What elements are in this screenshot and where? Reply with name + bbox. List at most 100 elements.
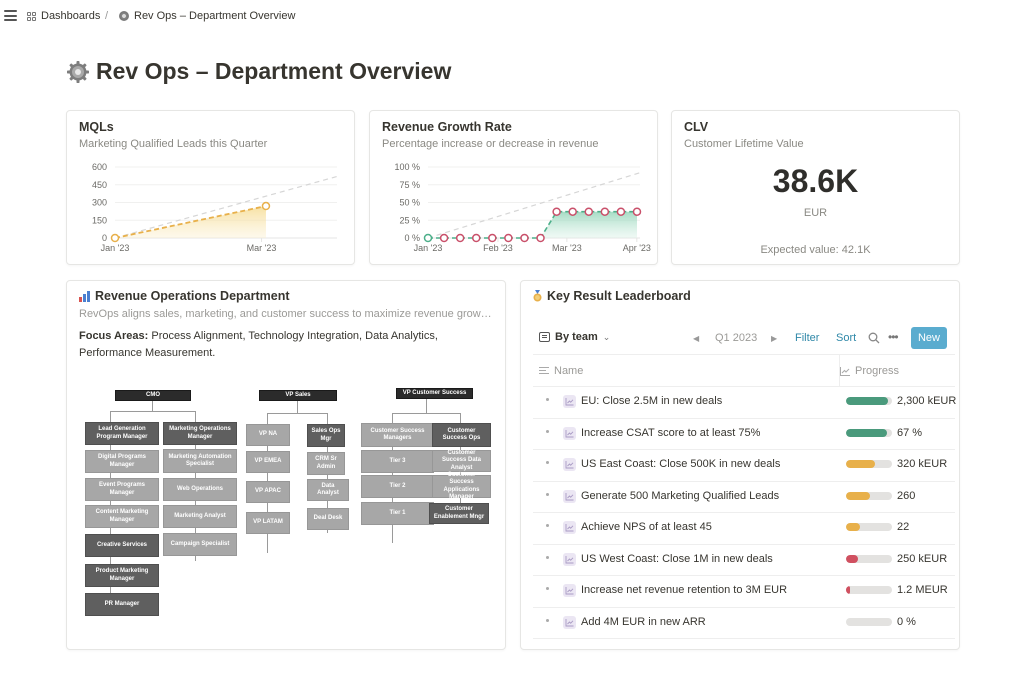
sort-button[interactable]: Sort <box>836 332 856 344</box>
line-chart-icon <box>840 366 850 376</box>
org-box-cmo: CMO <box>115 390 191 401</box>
key-results-table: Name Progress EU: Close 2.5M in new deal… <box>533 354 956 639</box>
x-tick-label: Mar '23 <box>552 243 582 253</box>
page-title: Rev Ops – Department Overview <box>66 58 451 85</box>
org-box: VP APAC <box>246 481 290 503</box>
data-point <box>584 207 594 216</box>
progress-bar <box>846 428 892 437</box>
data-point <box>110 233 120 243</box>
org-box: Deal Desk <box>307 508 349 530</box>
card-title: CLV <box>684 120 709 134</box>
org-box-vp-sales: VP Sales <box>259 390 337 401</box>
y-tick-label: 600 <box>92 162 107 172</box>
table-row[interactable]: EU: Close 2.5M in new deals 2,300 kEUR <box>533 387 956 419</box>
x-tick-label: Jan '23 <box>101 243 130 253</box>
y-tick-label: 75 % <box>399 180 420 190</box>
mqls-chart: 0 150 300 450 600 Jan '23 Mar '23 <box>92 162 338 253</box>
y-tick-label: 0 % <box>404 233 420 243</box>
progress-bar-fill <box>846 554 858 563</box>
progress-bar <box>846 586 892 594</box>
progress-value: 260 <box>897 489 916 502</box>
progress-bar <box>846 460 892 468</box>
revenue-growth-card[interactable]: Revenue Growth Rate Percentage increase … <box>369 110 658 265</box>
bullet-icon <box>546 618 549 622</box>
column-header-name[interactable]: Name <box>539 365 583 377</box>
breadcrumb-label: Rev Ops – Department Overview <box>134 10 296 22</box>
clv-card[interactable]: CLV Customer Lifetime Value 38.6K EUR Ex… <box>671 110 960 265</box>
breadcrumb-current-page[interactable]: Rev Ops – Department Overview <box>119 10 295 22</box>
x-tick-label: Apr '23 <box>623 243 651 253</box>
leaderboard-title-text: Key Result Leaderboard <box>547 289 691 303</box>
progress-value: 0 % <box>897 615 916 628</box>
key-result-icon <box>563 489 576 503</box>
table-row[interactable]: Generate 500 Marketing Qualified Leads 26… <box>533 482 955 513</box>
table-row[interactable]: Add 4M EUR in new ARR 0 % <box>533 608 955 639</box>
medal-icon <box>533 290 542 302</box>
table-row[interactable]: Increase net revenue retention to 3M EUR… <box>533 576 955 608</box>
org-box: VP EMEA <box>246 451 290 473</box>
org-box: Tier 3 <box>361 450 434 473</box>
org-box: Web Operations <box>163 478 237 501</box>
menu-icon[interactable] <box>4 10 17 21</box>
org-box: CRM Sr Admin <box>307 452 345 475</box>
table-row[interactable]: US West Coast: Close 1M in new deals 250 … <box>533 545 955 576</box>
breadcrumb-dashboards[interactable]: Dashboards <box>27 10 100 22</box>
org-box: Customer Success Ops <box>432 423 491 447</box>
table-row[interactable]: Increase CSAT score to at least 75% 67 % <box>533 419 955 450</box>
clv-expected-value: Expected value: 42.1K <box>760 244 871 256</box>
x-tick-label: Feb '23 <box>483 243 513 253</box>
revenue-growth-chart: 0 % 25 % 50 % 75 % 100 % Jan '23 Feb '23 Mar '2… <box>394 162 651 253</box>
table-row[interactable]: US East Coast: Close 500K in new deals 32… <box>533 450 955 482</box>
progress-value: 1.2 MEUR <box>897 584 948 596</box>
data-point <box>568 207 577 216</box>
search-icon[interactable] <box>868 332 880 344</box>
org-box: Campaign Specialist <box>163 533 237 556</box>
new-button[interactable]: New <box>911 327 947 349</box>
org-box: Marketing Automation Specialist <box>163 449 237 473</box>
key-result-icon <box>563 615 576 629</box>
org-box: Customer Enablement Mngr <box>429 503 489 524</box>
y-tick-label: 50 % <box>399 198 420 208</box>
key-result-icon <box>563 552 576 566</box>
previous-period-button[interactable]: ◀ <box>693 334 699 343</box>
data-point <box>600 207 610 216</box>
table-view-icon <box>539 332 550 342</box>
bullet-icon <box>546 461 549 464</box>
key-result-name: US West Coast: Close 1M in new deals <box>581 552 773 565</box>
mqls-card[interactable]: MQLs Marketing Qualified Leads this Quar… <box>66 110 355 265</box>
view-label: By team <box>555 331 598 343</box>
key-result-icon <box>563 584 576 597</box>
page-title-text: Rev Ops – Department Overview <box>96 58 452 84</box>
org-box: PR Manager <box>85 593 159 616</box>
org-box: Creative Services <box>85 534 159 557</box>
column-label: Progress <box>855 365 900 377</box>
progress-value: 22 <box>897 521 910 533</box>
clv-value: 38.6K <box>772 163 859 199</box>
progress-value: 320 kEUR <box>897 458 948 470</box>
more-options-icon[interactable]: ••• <box>888 330 899 344</box>
org-box: Event Programs Manager <box>85 478 159 501</box>
next-period-button[interactable]: ▶ <box>771 334 777 343</box>
org-box: Tier 1 <box>361 502 434 525</box>
key-result-icon <box>563 458 576 471</box>
y-tick-label: 150 <box>92 215 107 225</box>
leaderboard-card: Key Result Leaderboard By team ⌄ ◀ Q1 20… <box>520 280 960 650</box>
table-row[interactable]: Achieve NPS of at least 45 22 <box>533 513 955 545</box>
y-tick-label: 0 <box>102 233 107 243</box>
key-result-name: Increase net revenue retention to 3M EUR <box>581 584 788 596</box>
view-selector[interactable]: By team ⌄ <box>539 331 610 343</box>
filter-button[interactable]: Filter <box>795 332 819 344</box>
column-header-progress[interactable]: Progress <box>840 365 899 377</box>
org-box: Tier 2 <box>361 475 434 498</box>
data-point <box>261 201 271 211</box>
org-box: Customer Success Data Analyst <box>432 450 491 472</box>
data-point <box>504 233 513 243</box>
org-box: Customer Success Applications Manager <box>432 472 491 500</box>
org-box: VP NA <box>246 424 290 446</box>
progress-bar-fill <box>846 523 860 531</box>
key-result-name: Add 4M EUR in new ARR <box>581 615 706 628</box>
org-box: Customer Success Managers <box>361 423 434 447</box>
data-point <box>552 207 561 216</box>
key-result-name: US East Coast: Close 500K in new deals <box>581 458 781 470</box>
key-result-icon <box>563 426 576 440</box>
